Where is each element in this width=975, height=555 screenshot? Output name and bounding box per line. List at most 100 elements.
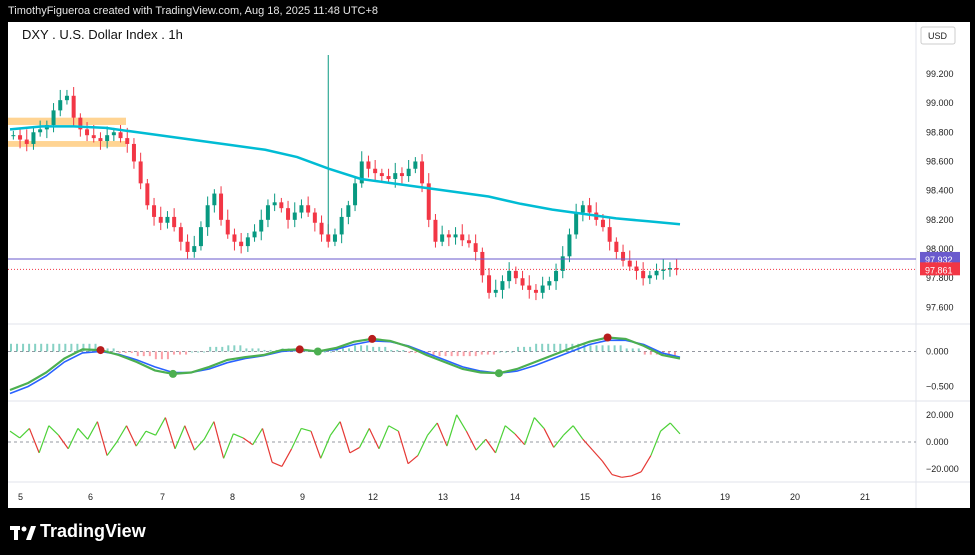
osc-histogram-bar: [118, 351, 121, 354]
rsi-segment: [329, 421, 341, 436]
candle-body: [232, 234, 237, 242]
candle-body: [98, 138, 103, 142]
candle-body: [399, 173, 404, 177]
osc-histogram-bar: [124, 351, 127, 354]
rsi-segment: [427, 422, 438, 436]
rsi-segment: [145, 430, 156, 436]
candle-body: [172, 216, 177, 228]
candle-body: [138, 161, 143, 184]
candle-body: [487, 275, 492, 293]
osc-histogram-bar: [191, 351, 194, 353]
osc-histogram-bar: [595, 345, 598, 352]
rsi-segment: [621, 475, 632, 478]
rsi-segment: [650, 430, 662, 456]
osc-histogram-bar: [510, 351, 513, 353]
x-tick-label: 19: [720, 492, 730, 502]
candle-body: [11, 135, 16, 137]
rsi-segment: [378, 425, 390, 450]
candle-body: [265, 205, 270, 220]
rsi-segment: [582, 438, 594, 451]
osc-cross-dot: [168, 369, 177, 378]
candle-body: [259, 219, 264, 232]
osc-histogram-bar: [625, 348, 628, 352]
candle-body: [413, 161, 418, 169]
candle-body: [493, 289, 498, 293]
osc-histogram-bar: [160, 351, 163, 360]
rsi-segment: [669, 422, 681, 435]
rsi-segment: [611, 473, 622, 478]
osc-histogram-bar: [384, 346, 387, 352]
x-tick-label: 13: [438, 492, 448, 502]
rsi-segment: [271, 461, 283, 467]
brand-name: TradingView: [40, 521, 146, 541]
osc-histogram-bar: [643, 351, 646, 355]
rsi-segment: [601, 460, 613, 475]
candle-body: [165, 216, 170, 223]
rsi-segment: [242, 437, 254, 446]
osc-histogram-bar: [221, 346, 224, 352]
candle-body: [212, 193, 217, 206]
osc-histogram-bar: [179, 351, 182, 355]
candle-body: [661, 269, 666, 271]
rsi-segment: [592, 449, 603, 462]
x-tick-label: 6: [88, 492, 93, 502]
candle-body: [131, 143, 136, 162]
support-zone: [8, 117, 126, 125]
chart-panel[interactable]: 0.000 −0.500 20.000 0.000 −20.000 99.200 99.…: [8, 22, 970, 508]
candle-body: [607, 227, 612, 242]
osc-histogram-bar: [172, 351, 175, 355]
candle-body: [24, 139, 29, 144]
candle-body: [580, 205, 585, 213]
candle-body: [326, 234, 331, 242]
rsi-segment: [106, 441, 118, 456]
osc-fast-line: [9, 336, 681, 392]
rsi-segment: [572, 425, 584, 440]
candle-body: [554, 270, 559, 282]
osc-histogram-bar: [269, 349, 272, 352]
rsi-segment: [174, 425, 186, 450]
attribution-text: TimothyFigueroa created with TradingView…: [8, 5, 379, 17]
osc-histogram-bar: [52, 343, 55, 352]
candles: [11, 55, 679, 301]
osc-histogram-bar: [517, 346, 520, 352]
osc-histogram-bar: [474, 351, 477, 357]
attribution-bar: TimothyFigueroa created with TradingView…: [0, 0, 975, 22]
rsi-segment: [301, 427, 312, 432]
rsi-segment: [514, 433, 526, 446]
rsi-segment: [349, 446, 360, 454]
chart-canvas[interactable]: 0.000 −0.500 20.000 0.000 −20.000 99.200 99.…: [8, 22, 970, 508]
rsi-segment: [77, 428, 89, 440]
rsi-segment: [135, 430, 147, 447]
chart-title: DXY . U.S. Dollar Index . 1h: [22, 27, 183, 42]
candle-body: [540, 285, 545, 293]
price-tick-label: 99.000: [926, 98, 954, 108]
osc-histogram-bar: [450, 351, 453, 357]
rsi-segment: [640, 455, 652, 473]
candle-body: [386, 176, 391, 179]
candle-body: [473, 243, 478, 252]
candle-body: [466, 240, 471, 244]
candle-body: [353, 183, 358, 206]
rsi-segment: [660, 422, 671, 432]
x-tick-label: 16: [651, 492, 661, 502]
rsi-segment: [475, 438, 487, 451]
osc-histogram-bar: [607, 345, 610, 352]
candle-body: [125, 138, 130, 144]
osc-histogram-bar: [414, 351, 417, 354]
osc-minus-label: −0.500: [926, 382, 954, 392]
osc-histogram-bar: [613, 345, 616, 352]
rsi-segment: [368, 428, 380, 450]
rsi-segment: [261, 428, 273, 463]
rsi-segment: [563, 425, 574, 436]
osc-histogram-bar: [504, 351, 507, 353]
rsi-segment: [87, 421, 98, 440]
osc-histogram-bar: [227, 345, 230, 352]
rsi-segment: [38, 425, 50, 454]
rsi-segment: [184, 425, 196, 451]
osc-histogram-bar: [619, 345, 622, 352]
osc-histogram-bar: [456, 351, 459, 357]
osc-histogram-bar: [34, 343, 37, 352]
rsi-segment: [407, 455, 419, 465]
price-tick-label: 97.600: [926, 302, 954, 312]
rsi-segment: [233, 433, 244, 439]
